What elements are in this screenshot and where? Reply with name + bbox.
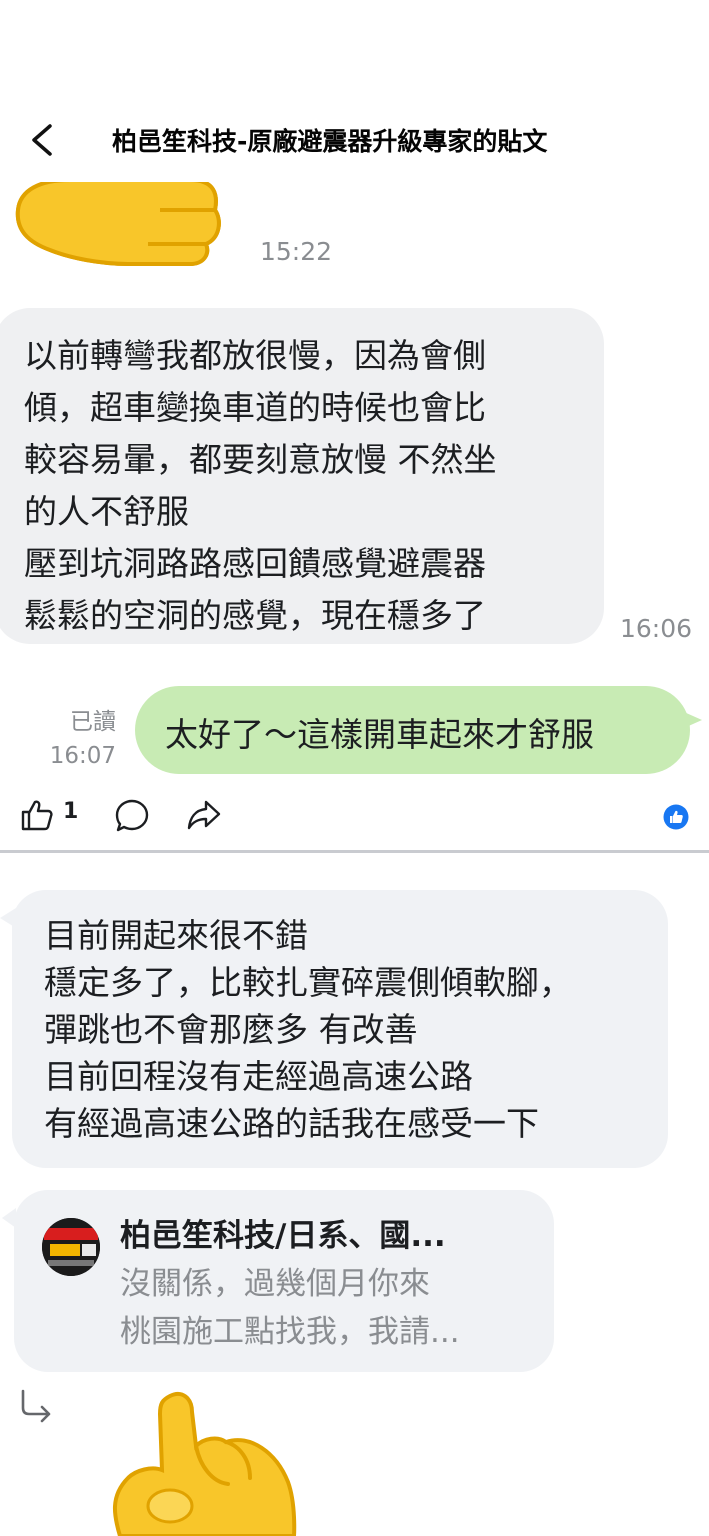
quote-line: 沒關係，過幾個月你來 [120, 1266, 430, 1302]
message-line: 較容易暈，都要刻意放慢 不然坐 [24, 440, 497, 479]
comment-line: 穩定多了，比較扎實碎震側傾軟腳， [44, 963, 572, 1002]
sent-message-bubble[interactable]: 太好了～這樣開車起來才舒服 [135, 686, 690, 774]
message-line: 壓到坑洞路路感回饋感覺避震器 [24, 544, 486, 583]
sent-bubble-tail [684, 712, 702, 728]
read-receipt: 已讀 16:07 [30, 705, 116, 773]
avatar[interactable] [42, 1218, 100, 1276]
comment-icon[interactable] [114, 798, 150, 834]
reply-quote[interactable]: 柏邑笙科技/日系、國... 沒關係，過幾個月你來 桃園施工點找我，我請... [14, 1190, 554, 1372]
thumbs-up-icon[interactable] [20, 798, 54, 832]
page-title: 柏邑笙科技-原廠避震器升級專家的貼文 [112, 127, 548, 156]
sticker-timestamp: 15:22 [260, 237, 333, 266]
divider [0, 850, 709, 853]
comment-bubble[interactable]: 目前開起來很不錯 穩定多了，比較扎實碎震側傾軟腳， 彈跳也不會那麼多 有改善 目… [12, 890, 668, 1168]
post-actions-bar: 1 [0, 792, 709, 840]
read-label: 已讀 [70, 709, 116, 735]
header: 柏邑笙科技-原廠避震器升級專家的貼文 [0, 0, 709, 182]
sent-message-time: 16:07 [49, 743, 116, 769]
message-line: 的人不舒服 [24, 492, 189, 531]
quote-line: 桃園施工點找我，我請... [120, 1314, 460, 1350]
like-reaction-icon[interactable] [663, 804, 689, 830]
back-arrow-icon[interactable] [24, 118, 64, 162]
quote-text: 沒關係，過幾個月你來 桃園施工點找我，我請... [120, 1260, 460, 1356]
quote-author-name[interactable]: 柏邑笙科技/日系、國... [120, 1210, 446, 1255]
thumbs-up-sticker-visible [15, 182, 221, 266]
ok-hand-sticker [112, 1392, 297, 1536]
message-line: 鬆鬆的空洞的感覺，現在穩多了 [24, 596, 486, 635]
comment-line: 有經過高速公路的話我在感受一下 [44, 1104, 539, 1143]
like-count: 1 [63, 799, 79, 824]
message-line: 以前轉彎我都放很慢，因為會側 [24, 336, 486, 375]
share-icon[interactable] [186, 798, 222, 832]
reply-arrow-icon [21, 1389, 51, 1423]
received-message-time: 16:06 [620, 614, 693, 643]
comment-line: 彈跳也不會那麼多 有改善 [44, 1010, 418, 1049]
received-message-bubble[interactable]: 以前轉彎我都放很慢，因為會側 傾，超車變換車道的時候也會比 較容易暈，都要刻意放… [0, 308, 604, 644]
comment-line: 目前開起來很不錯 [44, 916, 308, 955]
sent-message-text: 太好了～這樣開車起來才舒服 [165, 715, 594, 754]
message-line: 傾，超車變換車道的時候也會比 [24, 388, 486, 427]
comment-line: 目前回程沒有走經過高速公路 [44, 1057, 473, 1096]
